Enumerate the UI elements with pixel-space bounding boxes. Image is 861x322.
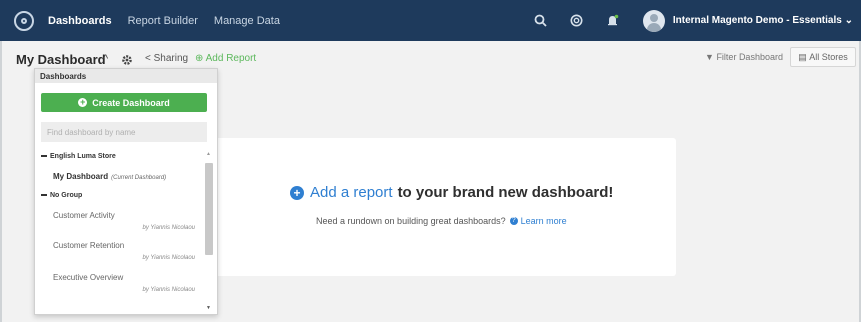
dashboards-dropdown: Dashboards + Create Dashboard English Lu… <box>34 68 218 315</box>
headline-text: to your brand new dashboard! <box>397 184 614 201</box>
group-name: No Group <box>50 192 83 199</box>
dashboard-owner: by Yiannis Nicolaou <box>142 287 195 293</box>
dropdown-header: Dashboards <box>35 69 217 83</box>
plus-circle-icon: ⊕ <box>195 53 204 64</box>
chevron-down-icon: ⌄ <box>844 15 853 26</box>
dashboard-name: Customer Retention <box>53 241 125 250</box>
share-icon: < <box>145 53 151 64</box>
empty-state-headline: + Add a report to your brand new dashboa… <box>290 184 613 201</box>
account-name: Internal Magento Demo - Essentials <box>672 15 842 26</box>
all-stores-label: All Stores <box>809 52 848 62</box>
logo-icon[interactable] <box>14 10 34 31</box>
learn-more-label: Learn more <box>520 216 567 226</box>
list-item[interactable]: Customer Retention by Yiannis Nicolaou <box>35 241 203 271</box>
rundown-text: Need a rundown on building great dashboa… <box>316 216 506 226</box>
add-report-link[interactable]: Add a report <box>310 184 393 201</box>
dashboard-name: Customer Activity <box>53 211 115 220</box>
current-dashboard-note: (Current Dashboard) <box>111 175 167 181</box>
all-stores-button[interactable]: ▤ All Stores <box>790 47 856 67</box>
filter-icon: ▼ <box>705 52 714 62</box>
search-icon[interactable] <box>533 13 549 29</box>
scrollbar-thumb[interactable] <box>205 163 213 255</box>
create-dashboard-button[interactable]: + Create Dashboard <box>41 93 207 112</box>
gear-icon[interactable] <box>121 53 133 65</box>
dashboard-list: English Luma Store My Dashboard (Current … <box>35 151 203 303</box>
plus-circle-icon: + <box>78 97 88 107</box>
dashboard-search-input[interactable] <box>41 122 207 142</box>
collapse-icon <box>41 155 47 158</box>
list-item[interactable]: My Dashboard (Current Dashboard) <box>35 172 203 186</box>
learn-more-link[interactable]: ? Learn more <box>509 216 567 226</box>
group-header[interactable]: No Group <box>35 190 203 202</box>
sharing-button[interactable]: < Sharing <box>145 53 188 64</box>
dashboard-owner: by Yiannis Nicolaou <box>142 225 195 231</box>
group-name: English Luma Store <box>50 153 116 160</box>
add-report-button[interactable]: ⊕ Add Report <box>195 53 256 64</box>
bell-icon[interactable] <box>605 13 621 29</box>
store-icon: ▤ <box>798 51 807 62</box>
empty-state-subline: Need a rundown on building great dashboa… <box>316 216 567 226</box>
nav-manage-data[interactable]: Manage Data <box>214 15 280 27</box>
create-dashboard-label: Create Dashboard <box>92 97 170 108</box>
nav-report-builder[interactable]: Report Builder <box>128 15 198 27</box>
account-menu[interactable]: Internal Magento Demo - Essentials ⌄ <box>673 15 853 26</box>
filter-label: Filter Dashboard <box>716 52 783 62</box>
nav-dashboards[interactable]: Dashboards <box>48 15 112 27</box>
top-navigation: Dashboards Report Builder Manage Data In… <box>0 0 861 41</box>
globe-icon[interactable] <box>569 13 585 29</box>
dropdown-scrollbar[interactable]: ▲ ▼ <box>204 151 213 311</box>
scroll-down-icon[interactable]: ▼ <box>206 305 211 311</box>
group-header[interactable]: English Luma Store <box>35 151 203 163</box>
plus-circle-icon[interactable]: + <box>290 185 304 200</box>
add-report-label: Add Report <box>205 53 257 64</box>
collapse-icon <box>41 194 47 197</box>
scroll-up-icon[interactable]: ▲ <box>206 151 211 157</box>
empty-dashboard-card: + Add a report to your brand new dashboa… <box>208 138 676 276</box>
avatar[interactable] <box>642 9 665 32</box>
list-item[interactable]: Executive Overview by Yiannis Nicolaou <box>35 273 203 303</box>
list-item[interactable]: Customer Activity by Yiannis Nicolaou <box>35 211 203 241</box>
dashboard-name: My Dashboard <box>53 172 109 181</box>
chevron-up-icon[interactable]: ^ <box>103 53 108 65</box>
sharing-label: Sharing <box>153 53 189 64</box>
dashboard-title[interactable]: My Dashboard <box>16 52 106 67</box>
dashboard-name: Executive Overview <box>53 273 124 282</box>
help-icon: ? <box>509 217 518 225</box>
dashboard-owner: by Yiannis Nicolaou <box>142 255 195 261</box>
filter-dashboard-button[interactable]: ▼ Filter Dashboard <box>705 52 783 62</box>
topnav-right: Internal Magento Demo - Essentials ⌄ <box>533 0 853 41</box>
